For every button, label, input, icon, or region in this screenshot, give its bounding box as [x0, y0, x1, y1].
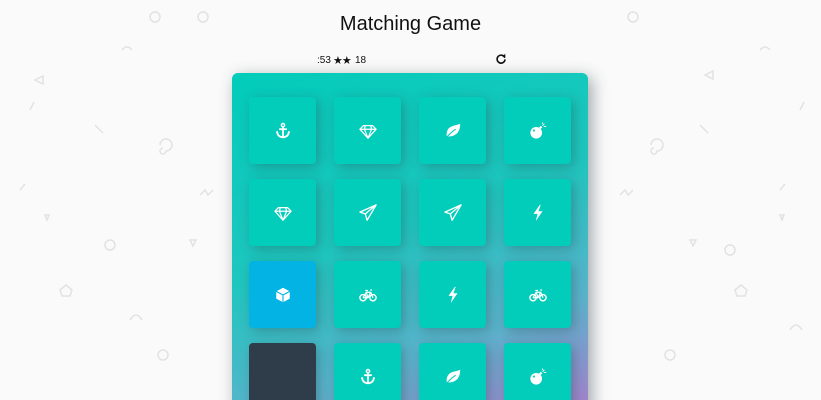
diamond-icon	[273, 204, 292, 222]
card-deck	[232, 73, 588, 400]
card-leaf[interactable]	[419, 343, 486, 400]
card-bolt[interactable]	[504, 179, 571, 246]
star-rating: ★★	[333, 54, 352, 67]
card-paper-plane[interactable]	[334, 179, 401, 246]
paper-plane-icon	[443, 203, 462, 222]
card-bolt[interactable]	[419, 261, 486, 328]
card-hidden[interactable]	[249, 343, 316, 400]
moves-counter: 18	[355, 55, 367, 66]
paper-plane-icon	[358, 203, 377, 222]
star-icon: ★	[341, 55, 352, 67]
card-diamond[interactable]	[334, 97, 401, 164]
restart-button[interactable]	[495, 53, 507, 65]
bicycle-icon	[528, 286, 547, 304]
bicycle-icon	[358, 286, 377, 304]
timer: :53	[317, 55, 331, 66]
bolt-icon	[444, 286, 462, 304]
card-bicycle[interactable]	[334, 261, 401, 328]
rotate-icon	[496, 53, 506, 64]
leaf-icon	[444, 368, 462, 386]
bomb-icon	[529, 367, 547, 386]
anchor-icon	[274, 122, 292, 140]
diamond-icon	[358, 122, 377, 140]
card-diamond[interactable]	[249, 179, 316, 246]
bolt-icon	[529, 204, 547, 222]
score-panel: :53 ★★ 18	[300, 53, 512, 68]
anchor-icon	[359, 368, 377, 386]
star-icon: ★	[333, 55, 343, 67]
card-bomb[interactable]	[504, 343, 571, 400]
card-cube[interactable]	[249, 261, 316, 328]
cube-icon	[274, 286, 292, 304]
card-anchor[interactable]	[249, 97, 316, 164]
card-leaf[interactable]	[419, 97, 486, 164]
card-paper-plane[interactable]	[419, 179, 486, 246]
page-title: Matching Game	[339, 13, 482, 35]
leaf-icon	[444, 122, 462, 140]
card-bomb[interactable]	[504, 97, 571, 164]
bomb-icon	[529, 121, 547, 140]
card-anchor[interactable]	[334, 343, 401, 400]
card-bicycle[interactable]	[504, 261, 571, 328]
